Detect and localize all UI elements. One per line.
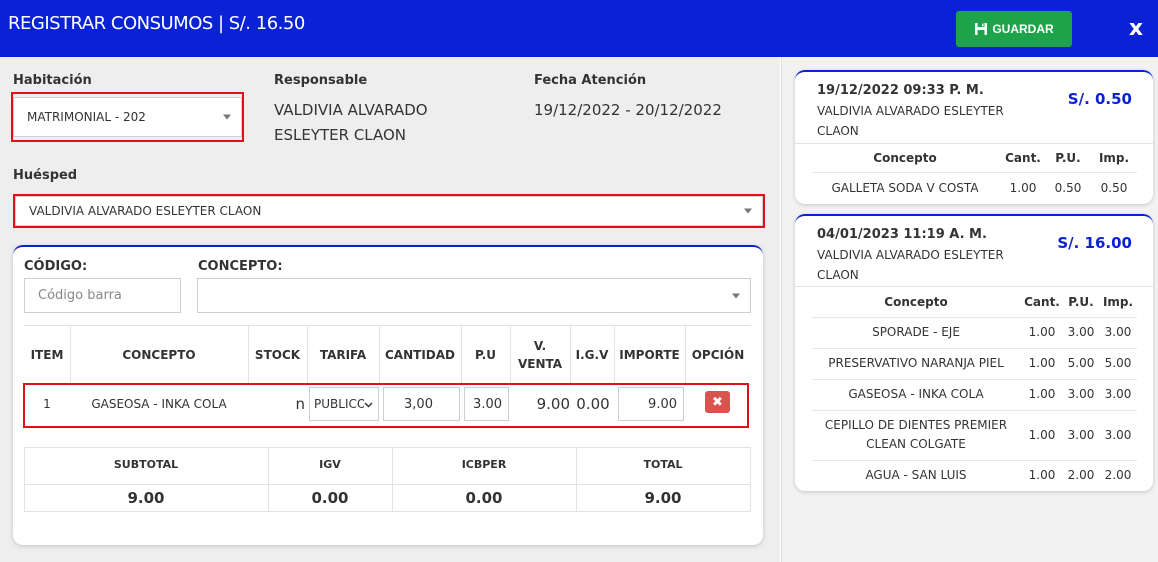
- history-row-divider: [812, 410, 1137, 411]
- save-icon: [975, 23, 988, 35]
- fecha-label: Fecha Atención: [534, 73, 647, 88]
- col-header-pu: P.U: [475, 347, 496, 362]
- history-item-pu: 2.00: [1067, 468, 1095, 482]
- col-header-igv: I.G.V: [575, 347, 609, 362]
- history-item-concepto: SPORADE - EJE: [872, 325, 960, 339]
- igv-label: IGV: [319, 458, 341, 471]
- history-item-cant: 1.00: [1028, 387, 1056, 401]
- history-row-divider: [812, 379, 1137, 380]
- col-header-stock: STOCK: [254, 347, 301, 362]
- icbper-label: ICBPER: [461, 458, 507, 471]
- col-header-concepto: CONCEPTO: [122, 347, 196, 362]
- history-card-guest-line2: CLAON: [817, 268, 859, 282]
- history-item-cant: 1.00: [1028, 356, 1056, 370]
- history-item-cant: 1.00: [1009, 181, 1037, 195]
- totals-divider: [750, 447, 751, 511]
- col-header-tarifa: TARIFA: [319, 347, 367, 362]
- history-item-concepto: PRESERVATIVO NARANJA PIEL: [828, 356, 1004, 370]
- codigo-label: CÓDIGO:: [24, 259, 88, 274]
- col-header-vventa: V. VENTA: [510, 325, 570, 384]
- history-col-cant: Cant.: [1005, 151, 1041, 165]
- igv-value: 0.00: [311, 489, 349, 507]
- history-item-pu: 3.00: [1067, 325, 1095, 339]
- codigo-barra-input[interactable]: Código barra: [24, 278, 181, 313]
- history-card-amount: S/. 16.00: [1057, 234, 1132, 252]
- totals-mid-border: [24, 484, 751, 485]
- codigo-barra-placeholder: Código barra: [38, 288, 122, 303]
- modal-title: REGISTRAR CONSUMOS | S/. 16.50: [8, 13, 305, 34]
- history-row-divider: [812, 348, 1137, 349]
- history-item-imp: 3.00: [1104, 387, 1132, 401]
- history-col-imp: Imp.: [1098, 151, 1130, 165]
- close-icon[interactable]: x: [1124, 16, 1148, 42]
- huesped-label: Huésped: [13, 168, 78, 183]
- history-item-cant: 1.00: [1028, 325, 1056, 339]
- responsable-label: Responsable: [274, 73, 368, 88]
- fecha-value: 19/12/2022 - 20/12/2022: [534, 101, 722, 119]
- history-row-divider: [812, 317, 1137, 318]
- history-row-divider: [812, 460, 1137, 461]
- history-row-divider: [812, 172, 1137, 173]
- history-col-concepto: Concepto: [873, 151, 937, 165]
- history-col-concepto: Concepto: [884, 295, 948, 309]
- col-header-importe: IMPORTE: [619, 347, 680, 362]
- subtotal-label: SUBTOTAL: [113, 458, 179, 471]
- history-item-imp: 3.00: [1104, 325, 1132, 339]
- history-item-concepto: GALLETA SODA V COSTA: [831, 181, 979, 195]
- col-header-vventa-line2: VENTA: [517, 356, 563, 371]
- col-header-item: ITEM: [30, 347, 64, 362]
- history-item-concepto: GASEOSA - INKA COLA: [848, 387, 984, 401]
- subtotal-value: 9.00: [127, 489, 165, 507]
- col-header-cantidad: CANTIDAD: [385, 347, 455, 362]
- history-item-pu: 3.00: [1067, 387, 1095, 401]
- history-col-pu: P.U.: [1068, 295, 1094, 309]
- history-item-concepto: AGUA - SAN LUIS: [865, 468, 967, 482]
- chevron-down-icon: [732, 293, 740, 298]
- history-item-pu: 0.50: [1054, 181, 1082, 195]
- icbper-value: 0.00: [465, 489, 503, 507]
- history-card-amount: S/. 0.50: [1067, 90, 1132, 108]
- responsable-value-line2: ESLEYTER CLAON: [274, 126, 407, 144]
- save-button[interactable]: GUARDAR: [956, 11, 1072, 47]
- history-item-pu: 5.00: [1067, 356, 1095, 370]
- history-col-imp: Imp.: [1102, 295, 1134, 309]
- history-card-guest-line2: CLAON: [817, 124, 859, 138]
- history-card-divider: [795, 143, 1153, 144]
- history-item-concepto-line1: CEPILLO DE DIENTES PREMIER: [824, 418, 1008, 432]
- history-item-imp: 5.00: [1104, 356, 1132, 370]
- history-col-cant: Cant.: [1024, 295, 1060, 309]
- history-item-concepto-line2: CLEAN COLGATE: [866, 437, 966, 451]
- total-value: 9.00: [644, 489, 682, 507]
- col-header-opcion: OPCIÓN: [691, 347, 745, 362]
- history-card-date: 04/01/2023 11:19 A. M.: [817, 227, 987, 242]
- history-card-divider: [795, 286, 1153, 287]
- history-item-cant: 1.00: [1028, 468, 1056, 482]
- habitacion-highlight: [11, 92, 244, 142]
- totals-top-border: [24, 447, 751, 448]
- concepto-select[interactable]: [197, 278, 751, 313]
- history-item-pu: 3.00: [1067, 428, 1095, 442]
- history-card-date: 19/12/2022 09:33 P. M.: [817, 83, 984, 98]
- item-row-highlight: [23, 383, 749, 428]
- concepto-label: CONCEPTO:: [198, 259, 283, 274]
- history-item-imp: 0.50: [1100, 181, 1128, 195]
- history-card-guest-line1: VALDIVIA ALVARADO ESLEYTER: [817, 104, 1004, 118]
- habitacion-label: Habitación: [13, 73, 92, 88]
- history-item-cant: 1.00: [1028, 428, 1056, 442]
- responsable-value-line1: VALDIVIA ALVARADO: [274, 101, 428, 119]
- modal-header: REGISTRAR CONSUMOS | S/. 16.50 GUARDAR x: [0, 0, 1158, 57]
- save-button-label: GUARDAR: [992, 22, 1054, 36]
- history-item-imp: 2.00: [1104, 468, 1132, 482]
- total-label: TOTAL: [643, 458, 683, 471]
- totals-bottom-border: [24, 511, 751, 512]
- huesped-highlight: [13, 194, 765, 228]
- col-header-vventa-line1: V.: [533, 338, 547, 353]
- history-col-pu: P.U.: [1055, 151, 1081, 165]
- history-item-imp: 3.00: [1104, 428, 1132, 442]
- history-card-guest-line1: VALDIVIA ALVARADO ESLEYTER: [817, 248, 1004, 262]
